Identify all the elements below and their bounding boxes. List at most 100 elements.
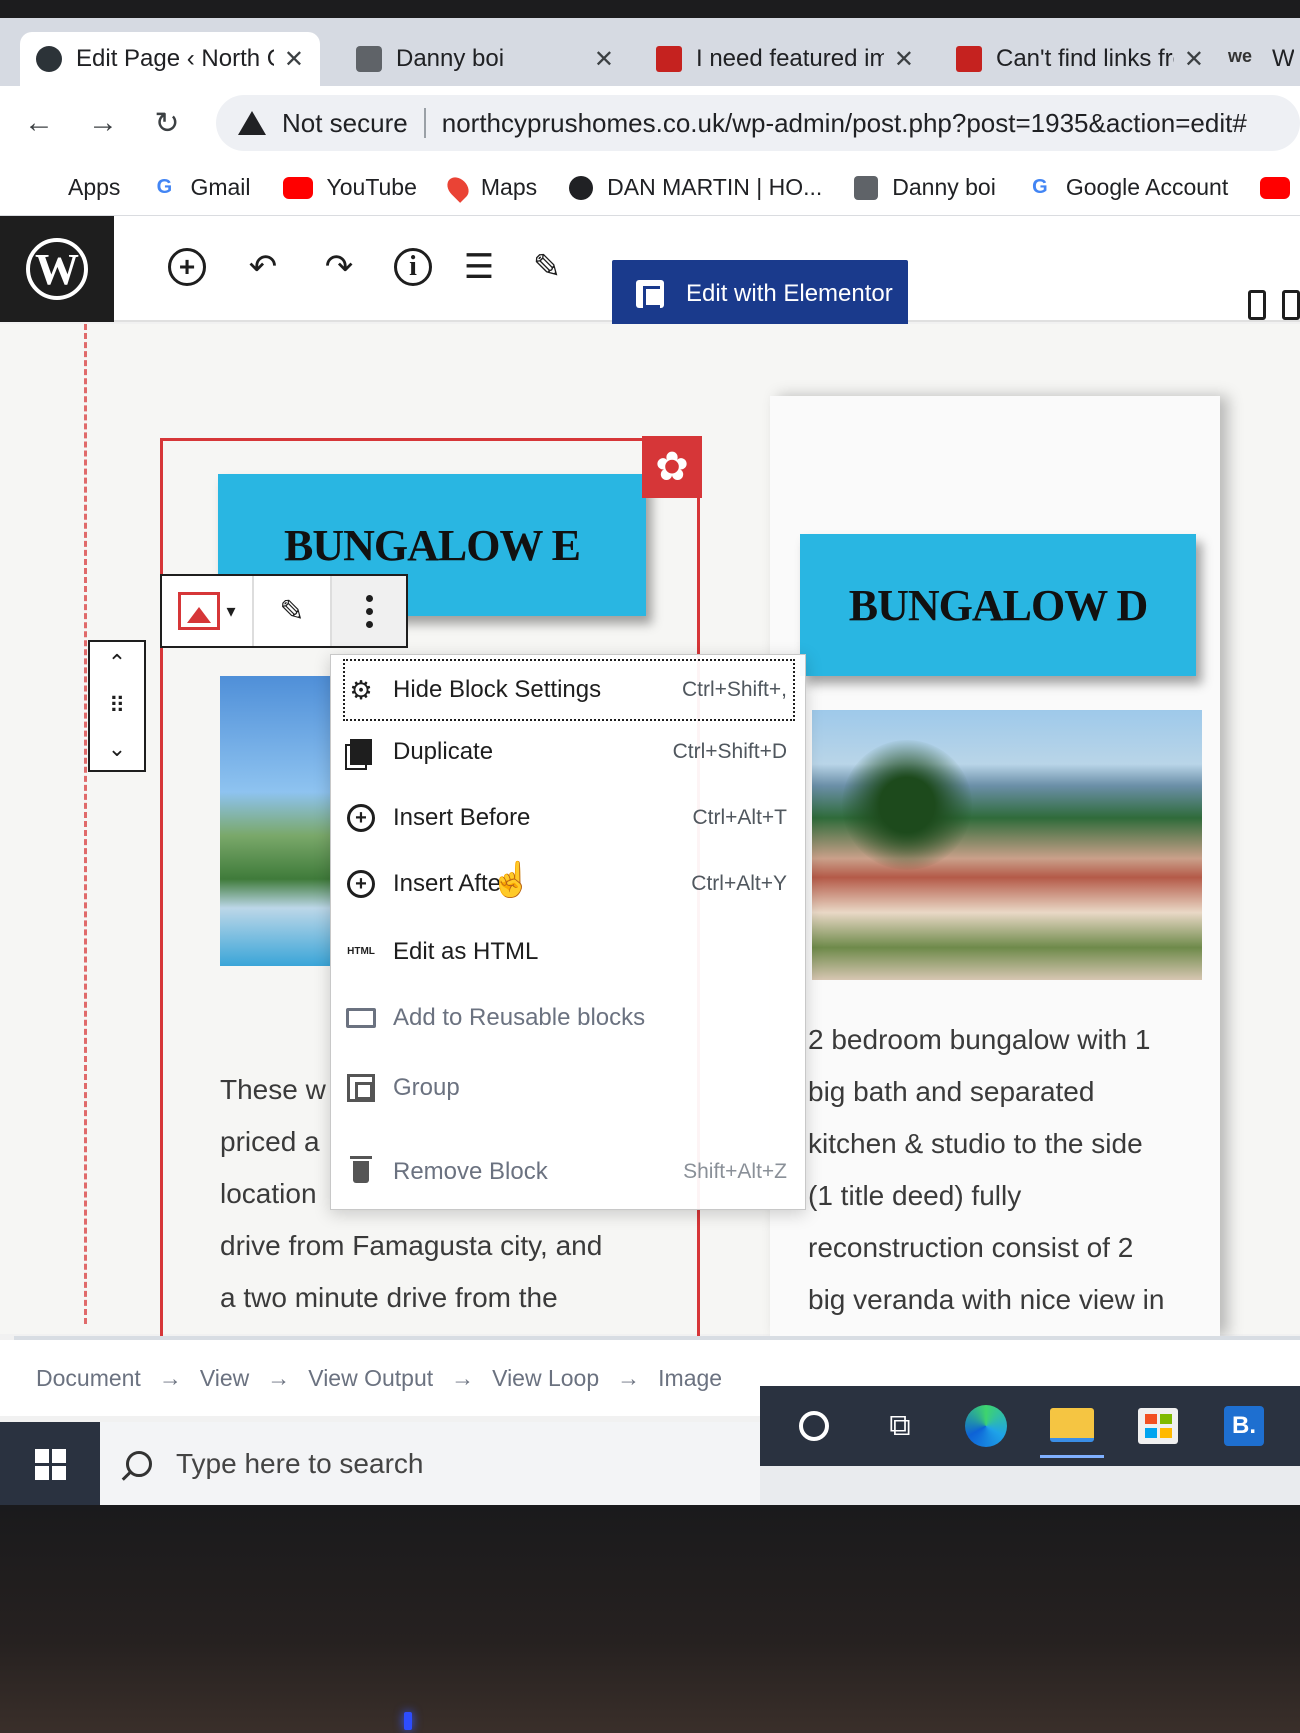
breadcrumb-separator: → [617, 1364, 641, 1391]
desktop-preview-icon[interactable] [1282, 290, 1300, 320]
menu-item-hide-block-settings[interactable]: ⚙ Hide Block Settings Ctrl+Shift+, [343, 659, 795, 721]
taskbar-search-box[interactable]: Type here to search [100, 1422, 760, 1505]
menu-item-insert-before[interactable]: + Insert Before Ctrl+Alt+T [345, 789, 793, 847]
tab-title: Danny boi [396, 45, 505, 72]
breadcrumb-item[interactable]: View [200, 1365, 249, 1392]
bookmark-gmail[interactable]: G Gmail [152, 174, 251, 201]
tab-title: Edit Page ‹ North C [76, 45, 274, 72]
file-explorer-button[interactable] [1040, 1394, 1104, 1458]
edge-button[interactable] [954, 1394, 1018, 1458]
bookmark-google-account[interactable]: G Google Account [1028, 174, 1228, 201]
menu-item-label: Remove Block [393, 1158, 548, 1185]
drag-handle-icon[interactable]: ⠿ [109, 693, 125, 719]
back-arrow-icon[interactable]: ← [14, 106, 64, 140]
youtube-icon [282, 176, 313, 199]
close-icon[interactable]: ✕ [884, 45, 914, 74]
editor-header: W + ↶ ↷ i ☰ ✎ Edit with Elementor [0, 216, 1300, 328]
text-line: (1 title deed) fully [808, 1180, 1022, 1211]
folder-icon [1050, 1407, 1094, 1442]
wordpress-logo[interactable]: W [0, 216, 114, 322]
redo-icon[interactable]: ↷ [316, 244, 362, 290]
plus-circle-icon: + [168, 248, 206, 286]
bookmark-red-icon [656, 46, 682, 72]
tab-title: WeT [1272, 45, 1294, 72]
menu-item-group[interactable]: Group [345, 1059, 793, 1117]
task-view-icon[interactable]: ⧉ [868, 1394, 932, 1458]
menu-item-label: Edit as HTML [393, 938, 539, 965]
google-icon: G [156, 176, 173, 198]
text-line: a two minute drive from the [220, 1282, 558, 1313]
bookmark-label: Apps [68, 174, 121, 200]
edit-image-button[interactable]: ✎ [254, 576, 332, 646]
menu-item-label: Add to Reusable blocks [393, 1004, 646, 1031]
move-down-icon[interactable]: ⌄ [108, 736, 126, 762]
we-icon: we [1228, 46, 1253, 66]
bookmark-label: Danny boi [892, 174, 996, 200]
start-button[interactable] [0, 1422, 100, 1505]
insert-after-icon: + [345, 868, 377, 900]
pool-image[interactable] [220, 676, 330, 966]
block-type-switcher[interactable]: ▾ [162, 576, 254, 646]
photos-icon [356, 46, 382, 72]
edit-with-elementor-button[interactable]: Edit with Elementor [612, 260, 908, 328]
villa-image[interactable] [812, 710, 1202, 980]
tab-featured-image[interactable]: I need featured im ✕ [640, 32, 930, 86]
bungalow-d-description[interactable]: 2 bedroom bungalow with 1 big bath and s… [808, 1014, 1164, 1326]
tab-wet[interactable]: we WeT [1222, 32, 1300, 86]
heading-bungalow-d[interactable]: BUNGALOW D [800, 534, 1196, 676]
menu-item-label: Duplicate [393, 738, 494, 765]
breadcrumb-item[interactable]: Image [658, 1365, 722, 1392]
cortana-button[interactable] [782, 1394, 846, 1458]
menu-item-add-to-reusable[interactable]: Add to Reusable blocks [345, 989, 793, 1047]
bookmark-maps[interactable]: Maps [443, 172, 538, 203]
address-bar[interactable]: Not secure northcyprushomes.co.uk/wp-adm… [216, 95, 1300, 151]
bookmark-youtube[interactable]: YouTube [282, 174, 417, 201]
column-settings-badge[interactable]: ✿ [642, 436, 702, 498]
breadcrumb-item[interactable]: View Loop [492, 1365, 599, 1392]
tab-edit-page[interactable]: Edit Page ‹ North C ✕ [20, 32, 320, 86]
menu-item-duplicate[interactable]: Duplicate Ctrl+Shift+D [345, 723, 793, 781]
outline-icon[interactable]: ☰ [456, 244, 502, 290]
bookmark-label: YouTube [326, 174, 417, 200]
monitor-screen: Edit Page ‹ North C ✕ Danny boi ✕ I need… [0, 18, 1300, 1505]
more-options-button[interactable] [332, 576, 406, 646]
info-button[interactable]: i [390, 244, 436, 290]
breadcrumb-item[interactable]: Document [36, 1365, 141, 1392]
close-icon[interactable]: ✕ [274, 45, 304, 74]
menu-item-remove-block[interactable]: Remove Block Shift+Alt+Z [345, 1143, 793, 1201]
bookmark-apps[interactable]: Apps [30, 174, 120, 201]
trash-icon [345, 1156, 377, 1188]
forward-arrow-icon[interactable]: → [78, 106, 128, 140]
url-text[interactable]: northcyprushomes.co.uk/wp-admin/post.php… [442, 108, 1247, 139]
pencil-icon: ✎ [279, 594, 305, 628]
bookmark-h[interactable]: H [1260, 174, 1300, 201]
maps-pin-icon [443, 172, 473, 203]
menu-item-shortcut: Ctrl+Shift+, [681, 678, 787, 701]
text-line: big veranda with nice view in [808, 1284, 1165, 1315]
move-up-icon[interactable]: ⌃ [108, 650, 126, 676]
pencil-icon[interactable]: ✎ [524, 244, 570, 290]
apps-grid-icon [30, 176, 54, 200]
tab-danny-boi[interactable]: Danny boi ✕ [340, 32, 630, 86]
security-indicator[interactable]: Not secure [282, 108, 408, 139]
undo-icon[interactable]: ↶ [240, 244, 286, 290]
mobile-preview-icon[interactable] [1248, 290, 1266, 320]
menu-item-edit-as-html[interactable]: HTML Edit as HTML [345, 923, 793, 981]
bookmark-label: Maps [480, 174, 538, 200]
breadcrumb-item[interactable]: View Output [308, 1365, 433, 1392]
menu-item-insert-after[interactable]: + Insert After Ctrl+Alt+Y [345, 855, 793, 913]
menu-item-label: Insert Before [393, 804, 531, 831]
windows-logo-icon [34, 1448, 66, 1480]
close-icon[interactable]: ✕ [1174, 45, 1204, 74]
text-line: drive from Famagusta city, and [220, 1230, 603, 1261]
bookmark-danny-boi[interactable]: Danny boi [854, 174, 996, 201]
reload-icon[interactable]: ↻ [142, 106, 192, 141]
bookmark-dan-martin[interactable]: DAN MARTIN | HO... [569, 174, 822, 201]
store-button[interactable] [1126, 1394, 1190, 1458]
b-app-button[interactable]: B. [1212, 1394, 1276, 1458]
close-icon[interactable]: ✕ [584, 45, 614, 74]
text-line: reconstruction consist of 2 [808, 1232, 1134, 1263]
add-block-button[interactable]: + [164, 244, 210, 290]
breadcrumb-separator: → [267, 1364, 291, 1391]
tab-cant-find-links[interactable]: Can't find links fro ✕ [940, 32, 1220, 86]
